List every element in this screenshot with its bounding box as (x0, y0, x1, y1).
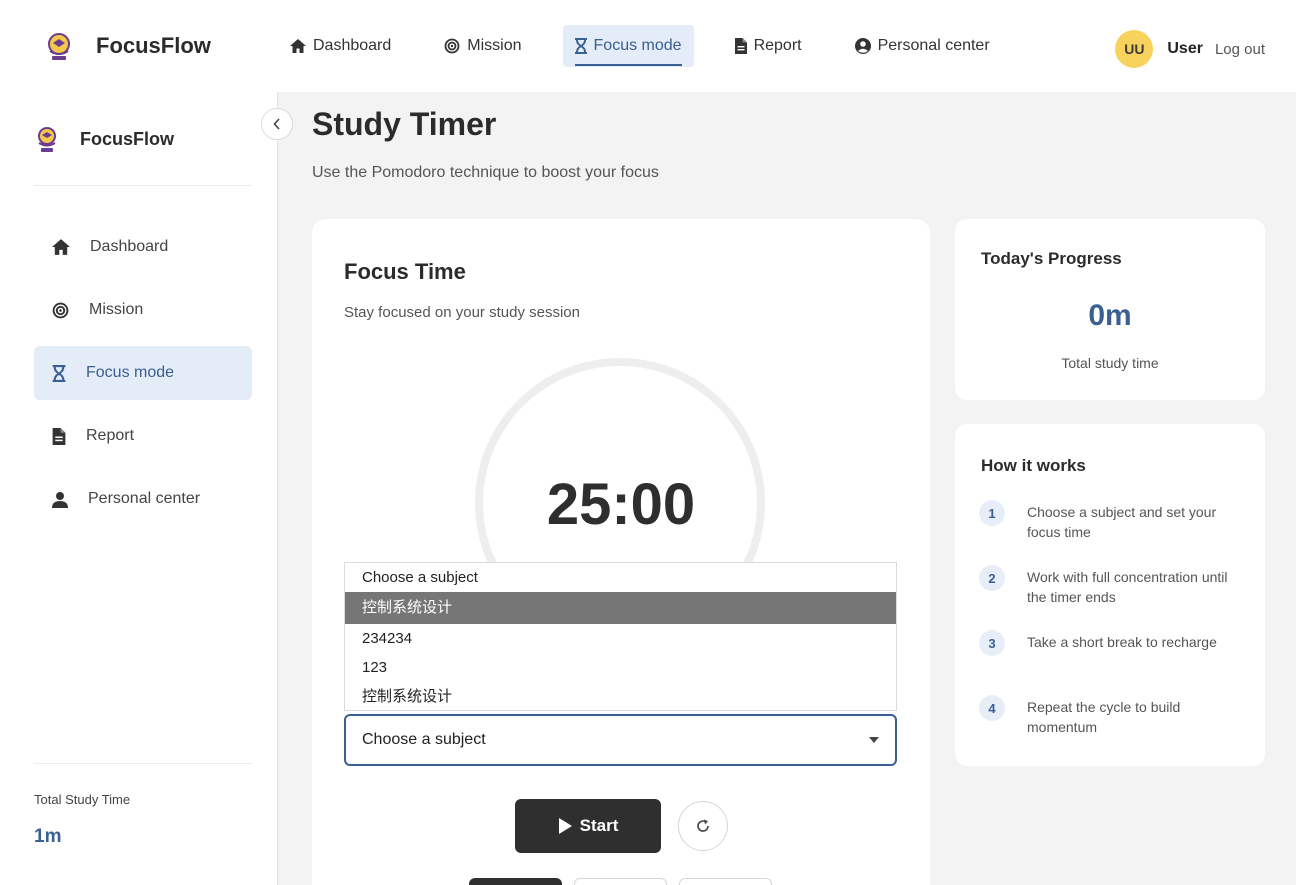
sidebar-item-report[interactable]: Report (34, 409, 252, 463)
divider (34, 185, 252, 186)
logo-icon (38, 127, 56, 152)
step-text: Work with full concentration until the t… (1027, 569, 1228, 605)
file-icon (52, 427, 66, 445)
nav-mission[interactable]: Mission (432, 25, 533, 67)
sidebar-brand-name: FocusFlow (80, 128, 174, 149)
step-item: 3 Take a short break to recharge (979, 630, 1249, 656)
nav-dashboard-label: Dashboard (313, 37, 392, 54)
sidebar-item-label: Personal center (88, 490, 201, 507)
how-it-works-card: How it works 1 Choose a subject and set … (955, 424, 1265, 766)
step-item: 4 Repeat the cycle to build momentum (979, 695, 1249, 737)
mode-button[interactable] (574, 878, 667, 885)
subject-option[interactable]: Choose a subject (345, 563, 896, 592)
sidebar-item-personal-center[interactable]: Personal center (34, 472, 252, 526)
focus-timer-card: Focus Time Stay focused on your study se… (312, 219, 930, 885)
sidebar: FocusFlow Dashboard Mission Focus mode R… (0, 92, 278, 885)
logo-icon (48, 33, 70, 60)
step-text: Choose a subject and set your focus time (1027, 504, 1217, 540)
top-navbar: FocusFlow Dashboard Mission Focus mode R… (0, 0, 1296, 92)
play-icon (558, 818, 572, 834)
chevron-left-icon (273, 118, 280, 130)
collapse-sidebar-button[interactable] (261, 108, 293, 140)
nav-personal-center-label: Personal center (877, 37, 990, 54)
step-number: 3 (979, 630, 1005, 656)
page-subtitle: Use the Pomodoro technique to boost your… (312, 164, 659, 181)
subject-select[interactable]: Choose a subject (344, 714, 897, 766)
step-item: 1 Choose a subject and set your focus ti… (979, 500, 1249, 542)
step-number: 2 (979, 565, 1005, 591)
focus-subtitle: Stay focused on your study session (344, 304, 580, 321)
logout-link[interactable]: Log out (1215, 41, 1265, 58)
sidebar-item-label: Mission (89, 301, 144, 318)
nav-report[interactable]: Report (723, 25, 814, 67)
divider (34, 763, 252, 764)
nav-personal-center[interactable]: Personal center (843, 25, 1002, 67)
sidebar-item-label: Focus mode (86, 364, 175, 381)
sidebar-item-dashboard[interactable]: Dashboard (34, 220, 252, 274)
progress-label: Total study time (1061, 355, 1159, 371)
total-study-time-label: Total Study Time (34, 792, 131, 807)
home-icon (290, 39, 306, 53)
brand-name: FocusFlow (96, 33, 211, 58)
nav-dashboard[interactable]: Dashboard (278, 25, 403, 67)
focus-title: Focus Time (344, 259, 466, 284)
chevron-down-icon (869, 737, 879, 743)
subject-select-value: Choose a subject (362, 731, 486, 748)
total-study-time-value: 1m (34, 826, 62, 847)
nav-report-label: Report (753, 37, 802, 54)
sidebar-item-focus-mode[interactable]: Focus mode (34, 346, 252, 400)
nav-focus-mode[interactable]: Focus mode (562, 25, 694, 67)
brand[interactable]: FocusFlow (42, 29, 278, 63)
how-title: How it works (981, 456, 1086, 475)
hourglass-icon (52, 364, 66, 382)
home-icon (52, 239, 70, 255)
sidebar-brand[interactable]: FocusFlow (34, 124, 174, 154)
nav-focus-mode-label: Focus mode (593, 37, 682, 54)
nav-mission-label: Mission (467, 37, 522, 54)
step-number: 4 (979, 695, 1005, 721)
page-title: Study Timer (312, 106, 497, 142)
progress-value: 0m (1088, 299, 1132, 332)
target-icon (444, 38, 460, 54)
subject-option[interactable]: 234234 (345, 624, 896, 653)
reset-button[interactable] (678, 801, 728, 851)
user-name: User (1167, 40, 1203, 57)
progress-card: Today's Progress 0m Total study time (955, 219, 1265, 400)
sidebar-item-label: Report (86, 427, 135, 444)
step-text: Take a short break to recharge (1027, 634, 1217, 650)
sidebar-item-label: Dashboard (90, 238, 169, 255)
file-icon (734, 38, 747, 54)
step-item: 2 Work with full concentration until the… (979, 565, 1249, 607)
sidebar-item-mission[interactable]: Mission (34, 283, 252, 337)
progress-title: Today's Progress (981, 249, 1122, 268)
subject-option[interactable]: 控制系统设计 (345, 682, 896, 711)
subject-option-highlighted[interactable]: 控制系统设计 (345, 592, 896, 624)
mode-button-active[interactable] (469, 878, 562, 885)
subject-dropdown-list: Choose a subject 控制系统设计 234234 123 控制系统设… (344, 562, 897, 711)
user-icon (52, 491, 68, 508)
subject-option[interactable]: 123 (345, 653, 896, 682)
mode-button[interactable] (679, 878, 772, 885)
avatar[interactable]: UU (1115, 30, 1154, 68)
user-menu: UU User Log out (1115, 30, 1265, 68)
step-text: Repeat the cycle to build momentum (1027, 699, 1181, 735)
target-icon (52, 302, 69, 318)
hourglass-icon (574, 38, 587, 54)
start-button-label: Start (579, 816, 619, 835)
start-button[interactable]: Start (515, 799, 661, 853)
user-circle-icon (854, 38, 871, 54)
refresh-icon (697, 819, 709, 832)
step-number: 1 (979, 500, 1005, 526)
timer-display: 25:00 (546, 472, 696, 537)
